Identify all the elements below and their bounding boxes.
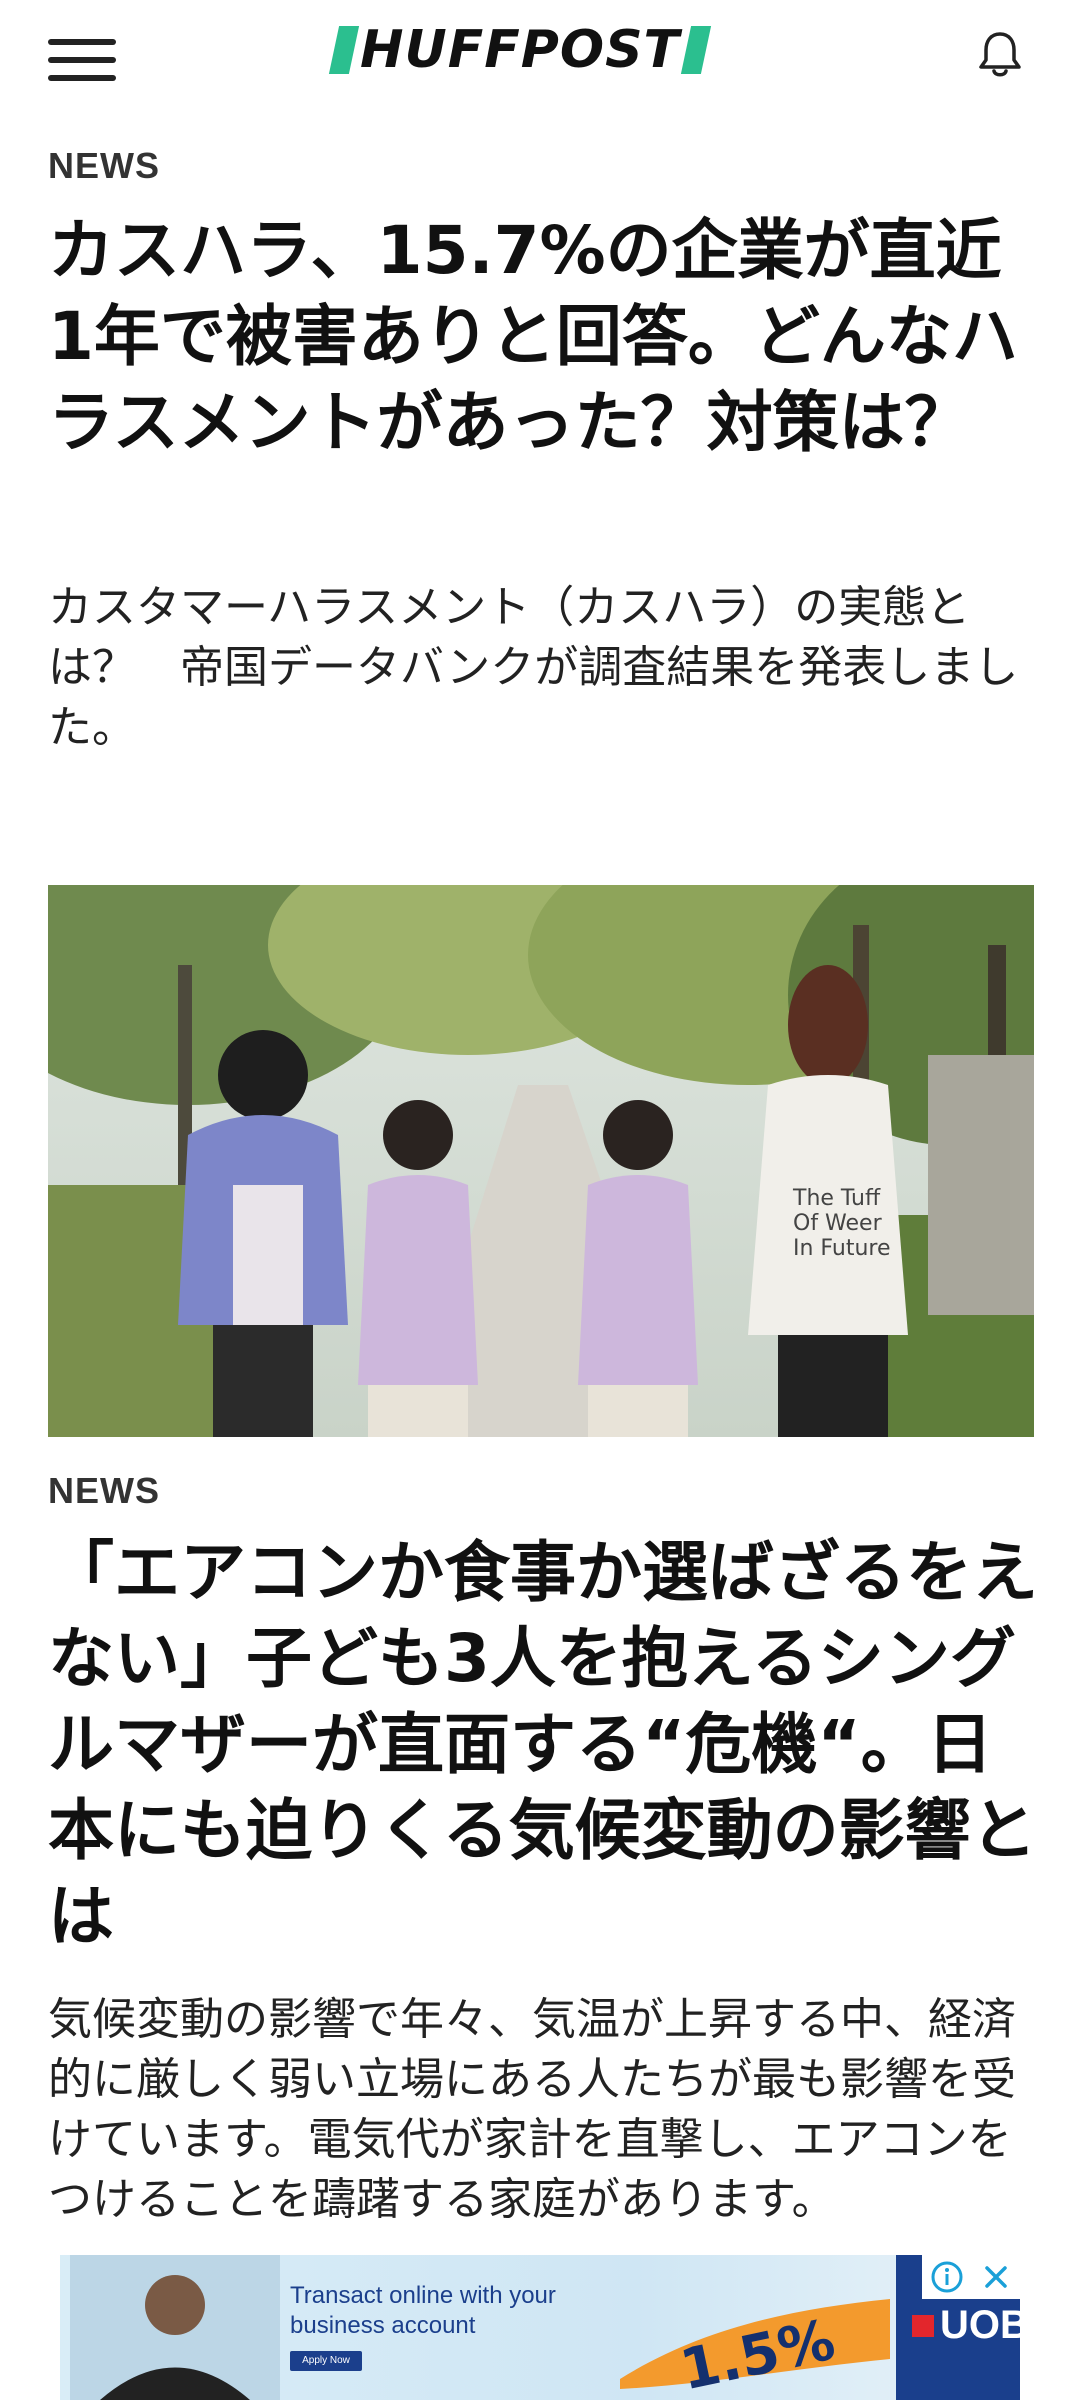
ad-brand-name: UOB bbox=[940, 2303, 1020, 2347]
page: HUFFPOST NEWS カスハラ、15.7%の企業が直近1年で被害ありと回答… bbox=[0, 0, 1080, 2400]
ad-apply-button[interactable]: Apply Now bbox=[290, 2351, 362, 2371]
menu-bar bbox=[48, 39, 116, 45]
huffpost-logo[interactable]: HUFFPOST bbox=[328, 20, 712, 80]
article-photo[interactable]: The Tuff Of Weer In Future bbox=[48, 885, 1034, 1437]
svg-text:Of Weer: Of Weer bbox=[793, 1211, 883, 1236]
section-label[interactable]: NEWS bbox=[48, 1470, 160, 1512]
section-label[interactable]: NEWS bbox=[48, 145, 160, 187]
svg-text:In Future: In Future bbox=[793, 1236, 891, 1261]
menu-bar bbox=[48, 75, 116, 81]
uob-logo-icon bbox=[912, 2314, 934, 2337]
ad-person-image bbox=[70, 2255, 280, 2400]
svg-text:The Tuff: The Tuff bbox=[792, 1186, 881, 1211]
bell-icon[interactable] bbox=[970, 24, 1030, 84]
hamburger-menu-icon[interactable] bbox=[48, 28, 144, 92]
ad-tagline: Transact online with your business accou… bbox=[290, 2282, 556, 2339]
article-headline[interactable]: カスハラ、15.7%の企業が直近1年で被害ありと回答。どんなハラスメントがあった… bbox=[48, 208, 1038, 466]
ad-banner[interactable]: Transact online with your business accou… bbox=[60, 2255, 1020, 2400]
article-summary[interactable]: カスタマーハラスメント（カスハラ）の実態とは？ 帝国データバンクが調査結果を発表… bbox=[48, 578, 1038, 758]
article-headline[interactable]: 「エアコンか食事か選ばざるをえない」子ども3人を抱えるシングルマザーが直面する“… bbox=[48, 1530, 1038, 1960]
ad-brand: UOB bbox=[912, 2303, 1020, 2348]
info-icon[interactable] bbox=[929, 2259, 965, 2295]
top-bar: HUFFPOST bbox=[0, 0, 1080, 120]
ad-controls bbox=[922, 2255, 1020, 2299]
logo-text: HUFFPOST bbox=[360, 20, 681, 80]
menu-bar bbox=[48, 57, 116, 63]
close-icon[interactable] bbox=[978, 2259, 1014, 2295]
article-summary[interactable]: 気候変動の影響で年々、気温が上昇する中、経済的に厳しく弱い立場にある人たちが最も… bbox=[48, 1990, 1038, 2230]
